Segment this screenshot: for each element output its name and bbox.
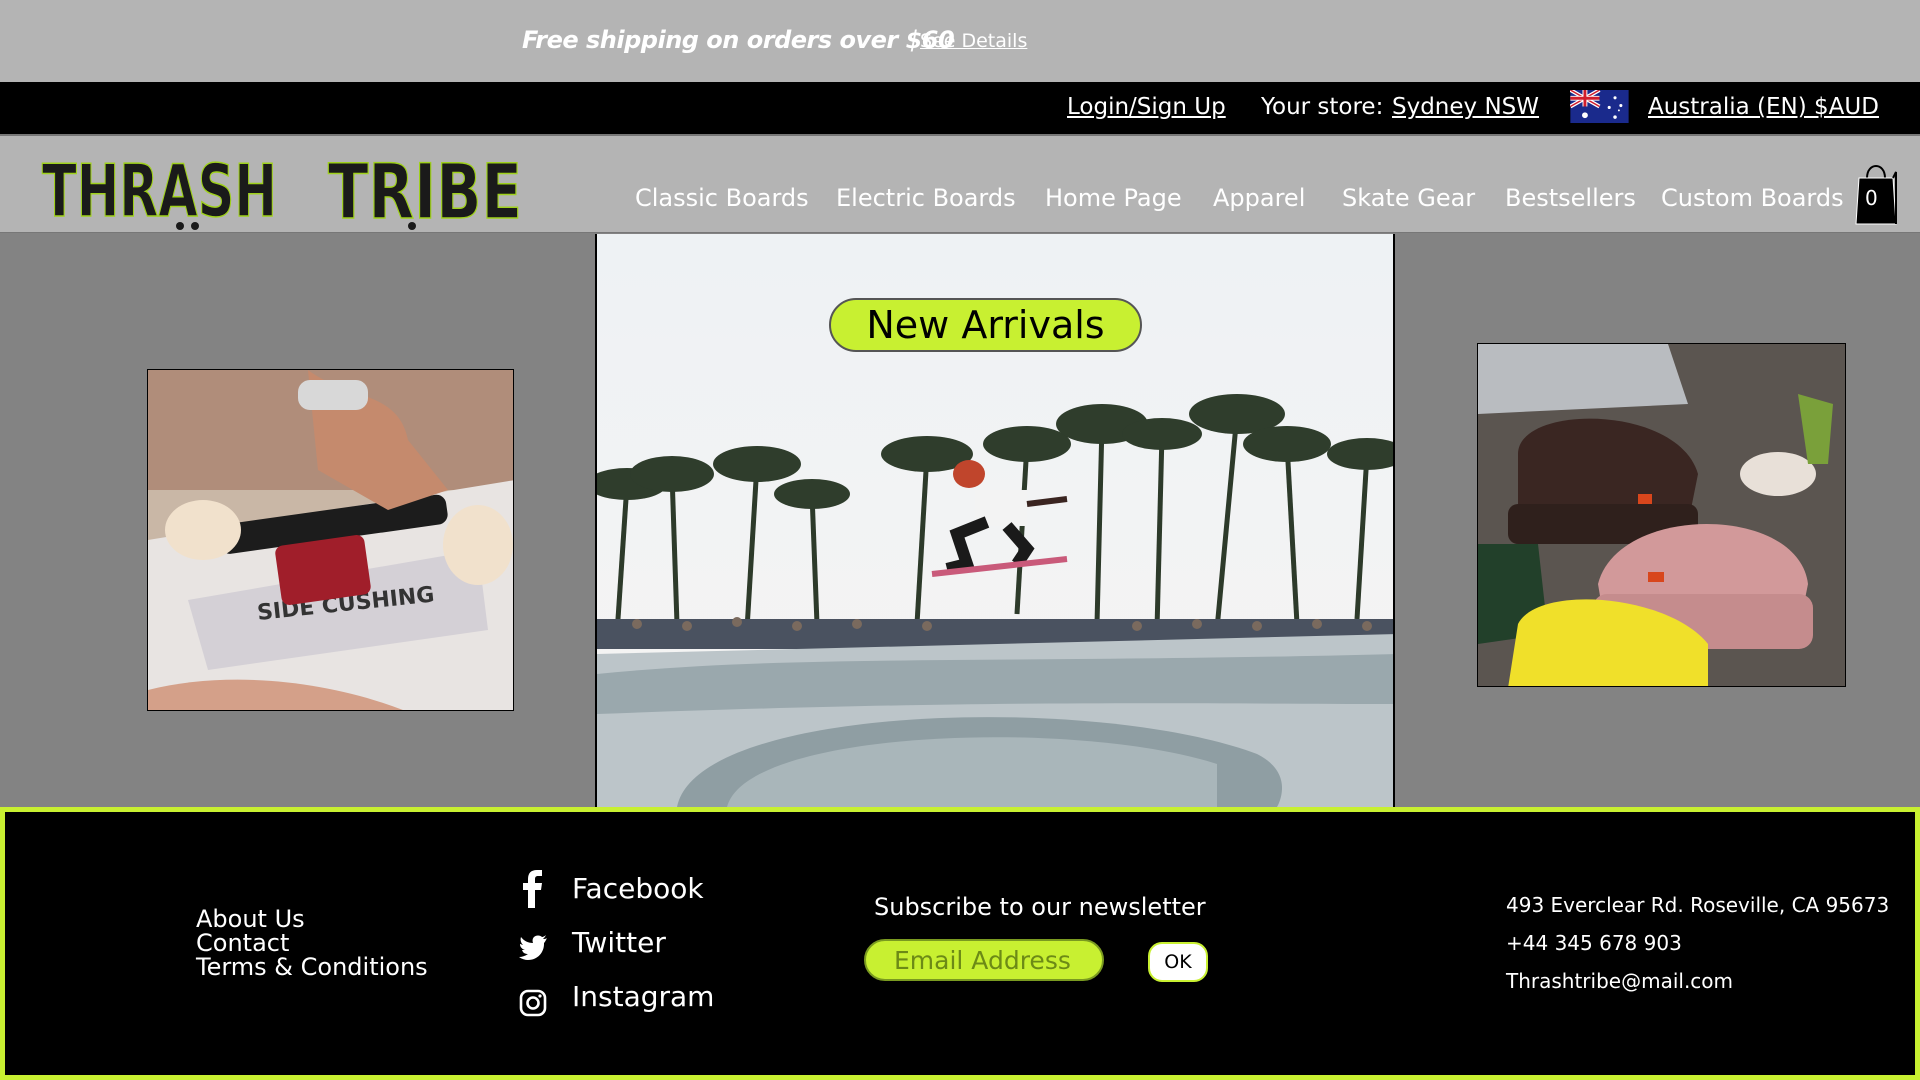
twitter-label: Twitter	[572, 926, 666, 959]
promo-bar: Free shipping on orders over $60 See Det…	[0, 0, 1920, 82]
instagram-icon	[519, 989, 547, 1017]
footer-address: 493 Everclear Rd. Roseville, CA 95673	[1506, 893, 1890, 917]
free-shipping-text: Free shipping on orders over $60	[522, 26, 955, 54]
store-label: Your store:	[1261, 94, 1384, 120]
account-bar: Login/Sign Up Your store: Sydney NSW Aus…	[0, 82, 1920, 134]
australia-flag-icon[interactable]	[1570, 90, 1629, 123]
login-signup-link[interactable]: Login/Sign Up	[1067, 94, 1226, 120]
twitter-icon	[519, 935, 547, 960]
main-header: THRASH TRIBE Classic Boards Electric Boa…	[0, 134, 1920, 233]
svg-text:TRIBE: TRIBE	[328, 147, 522, 230]
skateboard-truck-photo: SIDE CUSHING	[148, 370, 513, 710]
nav-bestsellers[interactable]: Bestsellers	[1505, 184, 1636, 212]
nav-electric-boards[interactable]: Electric Boards	[836, 184, 1016, 212]
new-arrivals-badge[interactable]: New Arrivals	[829, 298, 1142, 352]
facebook-icon	[523, 870, 542, 908]
terms-conditions-link[interactable]: Terms & Conditions	[196, 955, 428, 979]
nav-apparel[interactable]: Apparel	[1213, 184, 1305, 212]
nav-home-page[interactable]: Home Page	[1045, 184, 1182, 212]
contact-link[interactable]: Contact	[196, 931, 289, 955]
thrash-tribe-logo[interactable]: THRASH TRIBE	[40, 146, 524, 230]
nav-classic-boards[interactable]: Classic Boards	[635, 184, 809, 212]
newsletter-ok-button[interactable]: OK	[1148, 942, 1208, 982]
nav-custom-boards[interactable]: Custom Boards	[1661, 184, 1844, 212]
facebook-link[interactable]: Facebook	[518, 870, 718, 910]
instagram-link[interactable]: Instagram	[518, 978, 738, 1018]
cart-count: 0	[1865, 186, 1878, 210]
beanies-image[interactable]	[1477, 343, 1846, 687]
region-currency-link[interactable]: Australia (EN) $AUD	[1648, 94, 1879, 120]
footer-email[interactable]: Thrashtribe@mail.com	[1506, 969, 1733, 993]
svg-text:THRASH: THRASH	[42, 149, 277, 230]
footer-phone: +44 345 678 903	[1506, 931, 1682, 955]
email-address-input[interactable]	[864, 939, 1104, 981]
facebook-label: Facebook	[572, 872, 704, 905]
skateboard-truck-image[interactable]: SIDE CUSHING	[147, 369, 514, 711]
see-details-link[interactable]: See Details	[920, 30, 1027, 52]
store-location-link[interactable]: Sydney NSW	[1392, 94, 1539, 120]
twitter-link[interactable]: Twitter	[518, 924, 718, 964]
instagram-label: Instagram	[572, 980, 715, 1013]
about-us-link[interactable]: About Us	[196, 907, 305, 931]
beanies-photo	[1478, 344, 1845, 686]
newsletter-title: Subscribe to our newsletter	[874, 893, 1206, 921]
nav-skate-gear[interactable]: Skate Gear	[1342, 184, 1475, 212]
